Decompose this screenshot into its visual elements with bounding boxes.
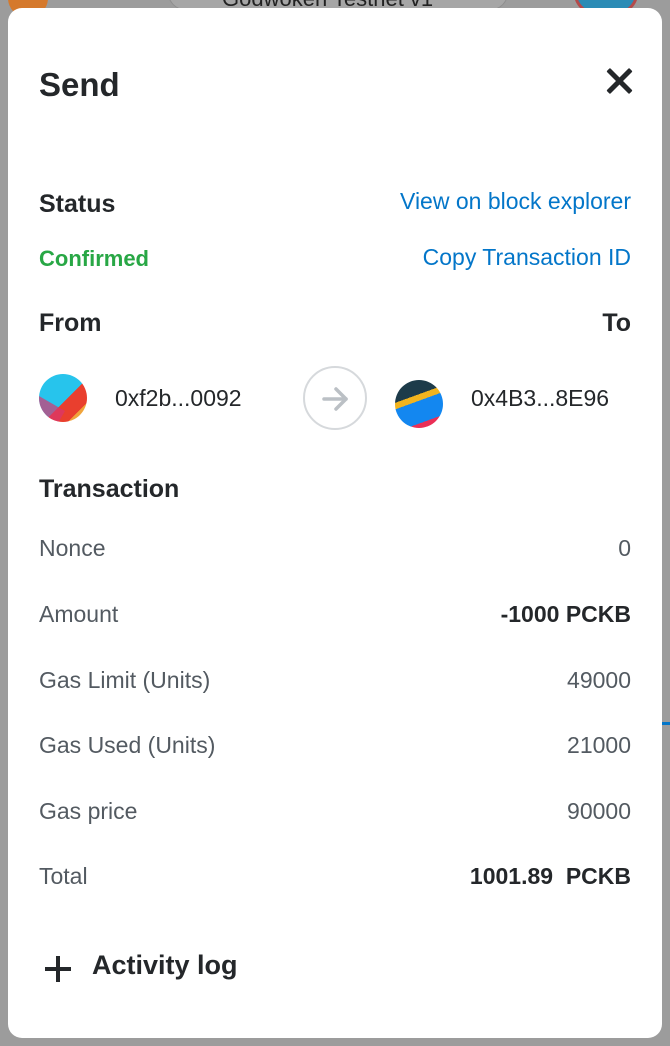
gas-price-value: 90000 xyxy=(567,798,631,824)
nonce-value: 0 xyxy=(618,535,631,561)
from-account-avatar xyxy=(39,374,87,422)
from-address[interactable]: 0xf2b...0092 xyxy=(115,385,242,412)
copy-transaction-id-link[interactable]: Copy Transaction ID xyxy=(423,244,631,271)
transaction-heading: Transaction xyxy=(39,475,180,503)
transaction-details-modal: Send Status View on block explorer Confi… xyxy=(8,8,662,1038)
arrow-right-icon xyxy=(303,366,367,430)
to-label: To xyxy=(602,309,631,337)
amount-label: Amount xyxy=(39,601,119,627)
to-account-avatar xyxy=(395,380,443,428)
from-label: From xyxy=(39,309,102,337)
gas-used-label: Gas Used (Units) xyxy=(39,732,216,758)
total-value: 1001.89 PCKB xyxy=(469,863,631,889)
background-accent xyxy=(662,722,670,725)
gas-limit-value: 49000 xyxy=(567,667,631,693)
gas-price-label: Gas price xyxy=(39,798,138,824)
to-address[interactable]: 0x4B3...8E96 xyxy=(471,385,609,412)
modal-title: Send xyxy=(39,66,120,103)
nonce-label: Nonce xyxy=(39,535,106,561)
gas-used-value: 21000 xyxy=(567,732,631,758)
activity-log-label: Activity log xyxy=(92,950,238,980)
status-label: Status xyxy=(39,190,116,218)
close-icon[interactable] xyxy=(604,66,634,96)
total-label: Total xyxy=(39,863,88,889)
view-on-block-explorer-link[interactable]: View on block explorer xyxy=(400,188,631,215)
plus-icon xyxy=(45,956,71,982)
status-badge: Confirmed xyxy=(39,246,149,271)
amount-value: -1000 PCKB xyxy=(500,601,631,627)
gas-limit-label: Gas Limit (Units) xyxy=(39,667,211,693)
